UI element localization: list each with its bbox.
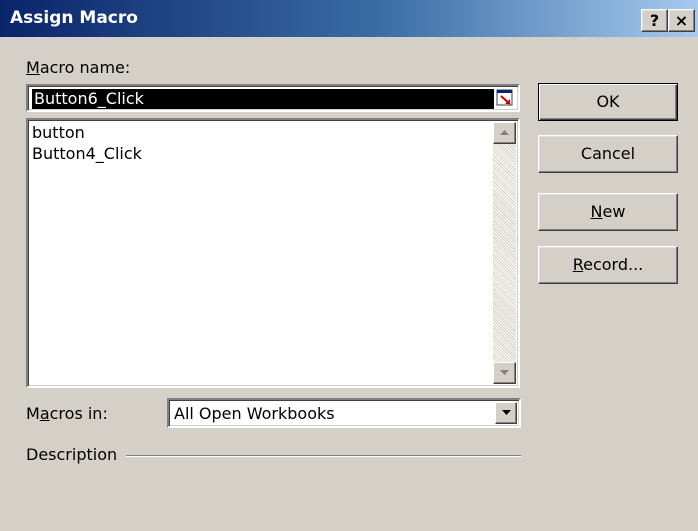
close-button[interactable]: × [668,9,695,32]
macros-in-label-pre: M [26,404,40,423]
macro-name-label-text: acro name: [39,58,131,77]
macro-name-label-accesskey: M [26,58,40,77]
macro-name-input[interactable]: Button6_Click [26,84,520,112]
list-item[interactable]: button [32,122,85,143]
macros-in-label-accesskey: a [39,404,50,423]
macro-list[interactable]: button Button4_Click [26,118,520,388]
new-button-accesskey: N [590,202,603,221]
window-title: Assign Macro [10,8,138,28]
collapse-dialog-icon[interactable] [496,89,514,107]
description-divider [126,455,521,457]
record-button-label: ecord... [583,255,644,274]
record-button[interactable]: Record... [538,246,678,284]
cancel-button[interactable]: Cancel [538,135,678,173]
macro-name-label: Macro name: [26,58,130,77]
new-button[interactable]: New [538,193,678,231]
list-item[interactable]: Button4_Click [32,143,142,164]
dropdown-arrow-icon[interactable] [495,402,517,424]
scroll-down-arrow-icon[interactable] [493,362,516,384]
macros-in-select[interactable]: All Open Workbooks [167,398,521,428]
scroll-up-arrow-icon[interactable] [493,122,516,144]
new-button-label: ew [602,202,626,221]
record-button-accesskey: R [572,255,584,274]
description-label: Description [26,445,118,464]
ok-button[interactable]: OK [538,83,678,121]
macros-in-label: Macros in: [26,404,108,423]
macros-in-label-text: cros in: [49,404,108,423]
macro-name-value: Button6_Click [32,89,494,109]
title-bar[interactable]: Assign Macro ? × [0,0,698,38]
macros-in-value: All Open Workbooks [174,404,335,423]
vertical-scrollbar[interactable] [493,122,516,384]
help-button[interactable]: ? [641,9,668,32]
